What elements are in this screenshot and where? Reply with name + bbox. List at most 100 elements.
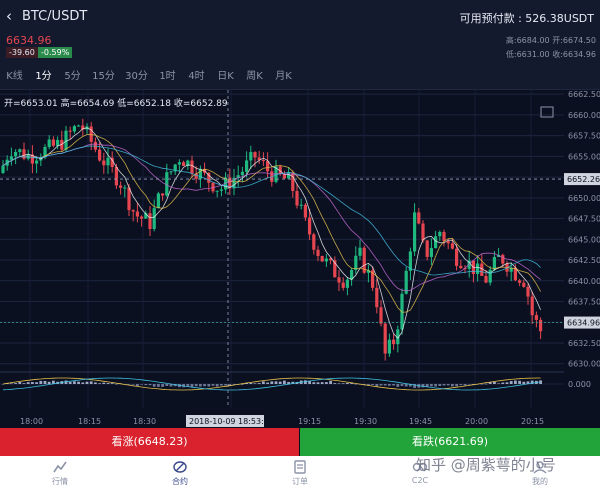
chart-canvas[interactable]: 6662.506660.006657.506655.006652.506650.… bbox=[0, 90, 600, 428]
macd-bar bbox=[68, 381, 72, 384]
candle-body bbox=[119, 185, 123, 188]
tab-30min[interactable]: 30分 bbox=[120, 64, 153, 90]
macd-bar bbox=[127, 384, 131, 385]
nav-contract[interactable]: 合约 bbox=[120, 456, 240, 492]
candle-body bbox=[156, 193, 160, 209]
candle-body bbox=[177, 162, 181, 165]
candle-body bbox=[459, 265, 463, 269]
candle-body bbox=[324, 258, 328, 262]
tab-5min[interactable]: 5分 bbox=[58, 64, 87, 90]
x-tick-label: 18:15 bbox=[78, 417, 101, 426]
macd-bar bbox=[102, 382, 106, 384]
order-icon bbox=[294, 460, 306, 474]
macd-bar bbox=[514, 380, 517, 384]
macd-bar bbox=[115, 384, 118, 385]
crosshair-time-label: 2018-10-09 18:53:00 bbox=[189, 417, 274, 426]
buy-long-button[interactable]: 看涨(6648.23) bbox=[0, 428, 299, 456]
macd-bar bbox=[484, 383, 488, 385]
tab-1min[interactable]: 1分 bbox=[29, 64, 58, 90]
nav-order[interactable]: 订单 bbox=[240, 456, 360, 492]
candle-body bbox=[450, 243, 454, 249]
candle-body bbox=[127, 187, 131, 211]
macd-bar bbox=[215, 384, 219, 387]
candle-ohlc-overlay: 开=6653.01 高=6654.69 低=6652.18 收=6652.89 bbox=[4, 97, 228, 109]
candle-body bbox=[400, 293, 404, 330]
tab-1hour[interactable]: 1时 bbox=[153, 64, 182, 90]
macd-bar bbox=[493, 381, 496, 384]
macd-bar bbox=[274, 381, 278, 384]
macd-bar bbox=[270, 381, 274, 384]
y-tick-label: 6647.50 bbox=[568, 215, 600, 224]
macd-bar bbox=[430, 384, 433, 387]
macd-bar bbox=[224, 384, 227, 386]
watermark: 知乎 @周紫萼的小号 bbox=[416, 456, 556, 474]
contract-icon bbox=[173, 461, 187, 473]
macd-bar bbox=[257, 383, 261, 384]
candle-body bbox=[417, 212, 421, 224]
candle-body bbox=[442, 232, 446, 242]
macd-bar bbox=[346, 382, 349, 384]
back-chevron-icon[interactable]: ‹ bbox=[6, 7, 12, 25]
macd-bar bbox=[505, 382, 509, 384]
candle-body bbox=[345, 279, 349, 288]
tab-month[interactable]: 月K bbox=[269, 64, 298, 90]
candle-body bbox=[429, 248, 433, 257]
candle-body bbox=[337, 277, 341, 283]
macd-bar bbox=[14, 383, 17, 384]
macd-bar bbox=[26, 382, 30, 384]
macd-bar bbox=[329, 380, 332, 384]
candle-body bbox=[161, 193, 165, 196]
candle-body bbox=[492, 256, 496, 270]
crosshair-price-label: 6652.26 bbox=[567, 175, 600, 184]
candle-body bbox=[379, 307, 383, 324]
pair-title[interactable]: BTC/USDT bbox=[22, 9, 87, 24]
candle-body bbox=[106, 157, 110, 166]
candle-body bbox=[253, 152, 257, 158]
candle-body bbox=[291, 172, 295, 192]
tab-day[interactable]: 日K bbox=[211, 64, 240, 90]
candle-body bbox=[434, 236, 438, 249]
candle-body bbox=[51, 139, 55, 146]
candle-body bbox=[299, 204, 303, 206]
macd-bar bbox=[39, 380, 43, 384]
candle-body bbox=[215, 190, 219, 192]
y-tick-label: 6662.50 bbox=[568, 90, 600, 99]
macd-bar bbox=[404, 384, 408, 387]
macd-bar bbox=[10, 383, 13, 385]
tab-15min[interactable]: 15分 bbox=[87, 64, 120, 90]
candle-body bbox=[354, 255, 358, 270]
candle-body bbox=[312, 234, 316, 250]
macd-bar bbox=[388, 384, 391, 386]
candle-body bbox=[392, 339, 396, 345]
macd-zero-label: 0.000 bbox=[568, 380, 591, 389]
tab-week[interactable]: 周K bbox=[240, 64, 269, 90]
sell-short-button[interactable]: 看跌(6621.69) bbox=[300, 428, 600, 456]
macd-bar bbox=[375, 384, 379, 387]
macd-bar bbox=[148, 384, 152, 386]
macd-bar bbox=[98, 383, 101, 384]
candle-body bbox=[190, 160, 194, 174]
macd-bar bbox=[186, 384, 190, 387]
tab-4hour[interactable]: 4时 bbox=[182, 64, 211, 90]
macd-bar bbox=[131, 384, 135, 385]
macd-bar bbox=[446, 384, 450, 386]
macd-bar bbox=[165, 384, 169, 386]
candle-body bbox=[219, 189, 223, 191]
candle-body bbox=[152, 208, 156, 230]
tab-kline[interactable]: K线 bbox=[0, 64, 29, 90]
macd-bar bbox=[266, 382, 269, 384]
macd-bar bbox=[316, 382, 320, 384]
candle-body bbox=[421, 223, 425, 241]
candle-body bbox=[522, 282, 526, 287]
x-tick-label: 19:45 bbox=[409, 417, 432, 426]
candle-body bbox=[72, 126, 76, 132]
candle-body bbox=[526, 286, 530, 297]
candlestick-chart[interactable]: 6662.506660.006657.506655.006652.506650.… bbox=[0, 90, 600, 428]
x-tick-label: 20:15 bbox=[521, 417, 544, 426]
candle-body bbox=[446, 241, 450, 244]
macd-bar bbox=[341, 383, 345, 384]
candle-body bbox=[245, 160, 249, 172]
nav-market[interactable]: 行情 bbox=[0, 456, 120, 492]
macd-bar bbox=[77, 381, 80, 384]
y-tick-label: 6632.50 bbox=[568, 339, 600, 348]
